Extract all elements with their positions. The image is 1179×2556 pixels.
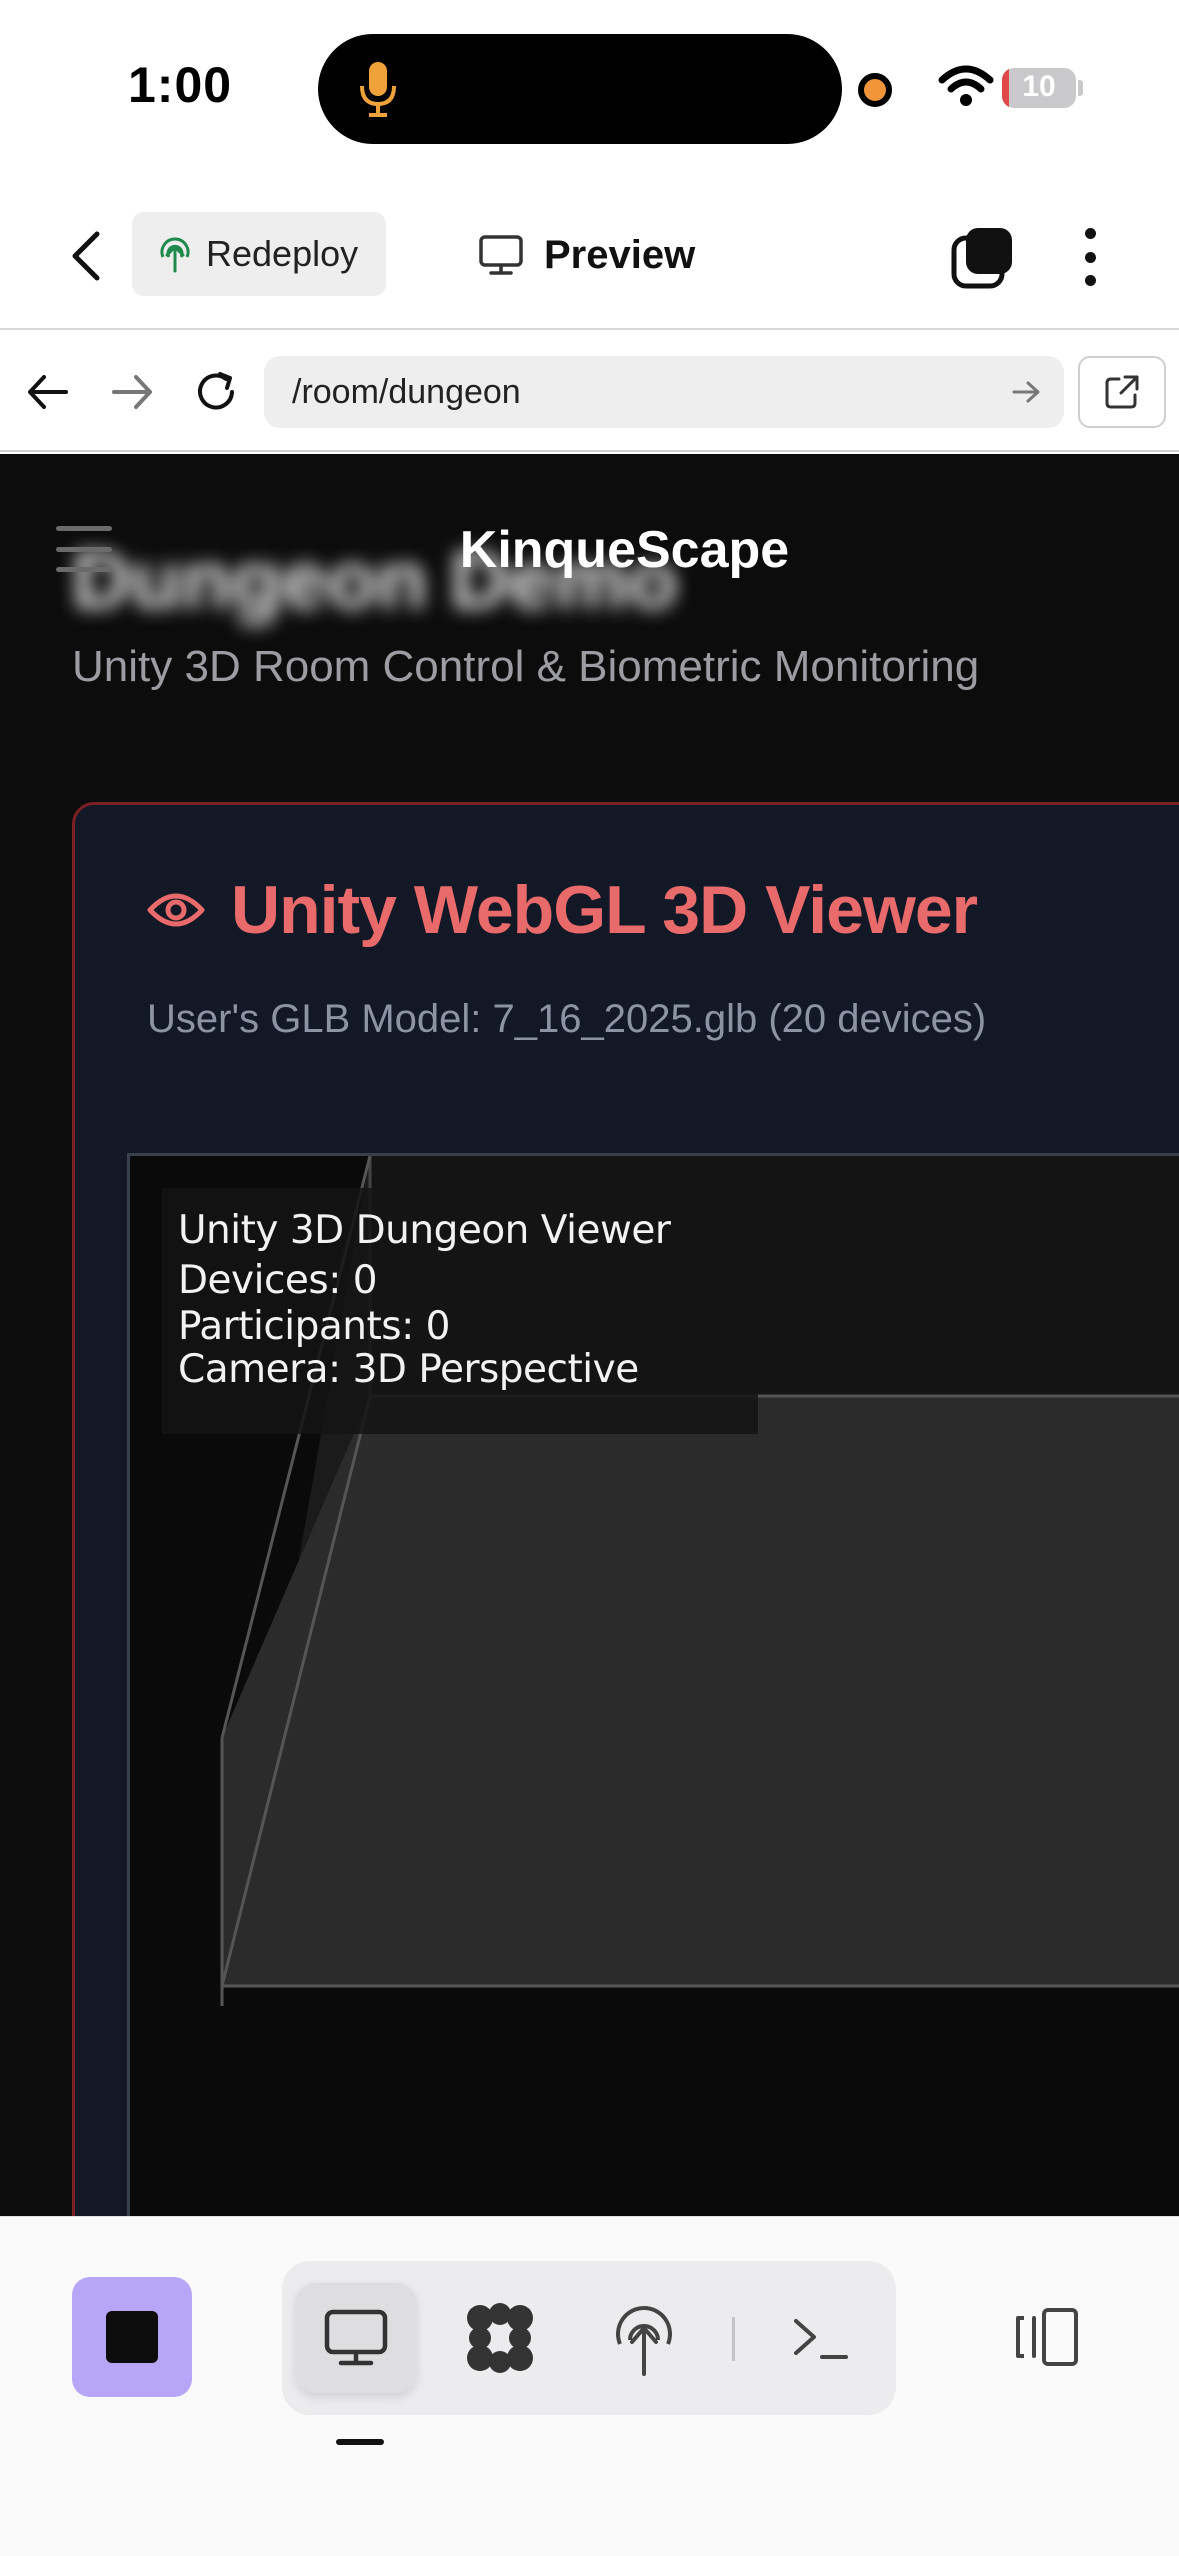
app-header: Redeploy Preview xyxy=(0,180,1179,330)
stop-icon xyxy=(106,2311,158,2363)
reload-icon[interactable] xyxy=(190,366,242,418)
external-link-icon xyxy=(1105,375,1139,409)
tool-switcher xyxy=(282,2261,896,2415)
microphone-icon xyxy=(360,62,396,117)
more-options-button[interactable] xyxy=(1070,224,1110,290)
arrow-left-icon[interactable] xyxy=(22,366,74,418)
overlay-title: Unity 3D Dungeon Viewer xyxy=(178,1208,671,1253)
tool-terminal[interactable] xyxy=(760,2283,880,2393)
unity-3d-canvas[interactable]: Unity 3D Dungeon Viewer Devices: 0 Parti… xyxy=(127,1153,1179,2216)
url-field[interactable]: /room/dungeon xyxy=(264,356,1064,428)
deploy-icon xyxy=(616,2306,672,2376)
deploy-icon xyxy=(160,237,190,273)
more-dot xyxy=(1084,251,1096,263)
redeploy-button[interactable]: Redeploy xyxy=(132,212,386,296)
browser-bar: /room/dungeon xyxy=(0,332,1179,452)
arrow-right-icon[interactable] xyxy=(106,366,158,418)
bottom-toolbar xyxy=(0,2216,1179,2556)
toolbar-divider xyxy=(732,2317,735,2361)
battery-level: 10 xyxy=(1022,70,1056,103)
recording-indicator-dot xyxy=(858,73,892,107)
terminal-icon xyxy=(794,2319,848,2359)
battery-nub xyxy=(1078,80,1083,96)
preview-label: Preview xyxy=(544,232,696,277)
panel-toggle-icon xyxy=(1016,2308,1078,2366)
card-subtitle: User's GLB Model: 7_16_2025.glb (20 devi… xyxy=(147,997,987,1041)
tool-preview[interactable] xyxy=(296,2283,416,2393)
open-external-button[interactable] xyxy=(1078,356,1166,428)
tabs-switcher-icon[interactable] xyxy=(950,224,1016,290)
workspace-icon xyxy=(467,2303,533,2373)
site-title: KinqueScape xyxy=(459,521,790,579)
tool-workspace[interactable] xyxy=(440,2283,560,2393)
monitor-icon xyxy=(324,2309,388,2366)
panel-toggle-button[interactable] xyxy=(1004,2287,1088,2387)
room-back-wall xyxy=(222,1396,1179,1986)
monitor-icon xyxy=(479,235,523,275)
viewer-info-overlay: Unity 3D Dungeon Viewer Devices: 0 Parti… xyxy=(162,1188,758,1434)
url-text: /room/dungeon xyxy=(292,372,521,411)
eye-icon xyxy=(147,893,205,927)
battery-indicator: 10 xyxy=(1002,68,1076,108)
web-preview[interactable]: Dungeon Demo KinqueScape Unity 3D Room C… xyxy=(0,454,1179,2216)
overlay-participants: Participants: 0 xyxy=(178,1303,450,1349)
card-title-row: Unity WebGL 3D Viewer xyxy=(147,871,978,949)
tool-deploy[interactable] xyxy=(584,2283,704,2393)
back-button[interactable] xyxy=(56,226,116,286)
card-title: Unity WebGL 3D Viewer xyxy=(231,872,978,948)
page-subtitle: Unity 3D Room Control & Biometric Monito… xyxy=(72,642,980,691)
dynamic-island xyxy=(318,34,842,144)
preview-tab[interactable]: Preview xyxy=(478,220,695,290)
status-time: 1:00 xyxy=(128,57,233,113)
overlay-camera: Camera: 3D Perspective xyxy=(178,1346,639,1392)
overlay-devices: Devices: 0 xyxy=(178,1257,378,1303)
go-arrow-icon[interactable] xyxy=(1008,374,1044,410)
wifi-icon xyxy=(938,65,994,106)
status-bar: 1:00 10 xyxy=(0,0,1179,180)
redeploy-label: Redeploy xyxy=(206,233,359,274)
chevron-left-icon xyxy=(72,231,100,281)
active-tool-indicator xyxy=(336,2439,384,2445)
more-dot xyxy=(1084,228,1096,239)
stop-button[interactable] xyxy=(72,2277,192,2397)
more-dot xyxy=(1084,275,1096,286)
unity-viewer-card: Unity WebGL 3D Viewer User's GLB Model: … xyxy=(72,802,1179,2216)
